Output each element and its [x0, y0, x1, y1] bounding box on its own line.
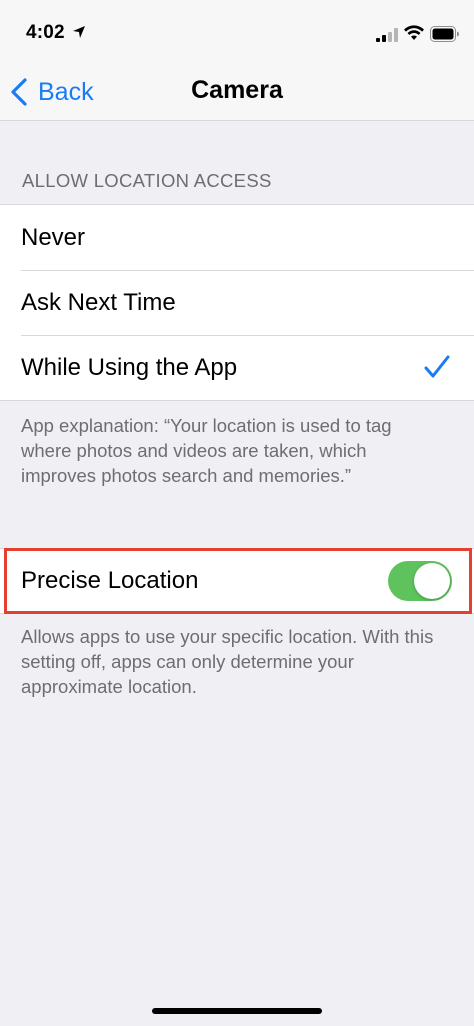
- precise-location-toggle[interactable]: [388, 561, 452, 601]
- wifi-icon: [404, 25, 424, 40]
- option-ask-next-time[interactable]: Ask Next Time: [0, 270, 474, 335]
- status-time: 4:02: [26, 22, 65, 43]
- precise-location-row: Precise Location: [0, 549, 474, 613]
- status-bar: 4:02: [0, 0, 474, 64]
- battery-icon: [430, 26, 459, 42]
- home-indicator: [152, 1008, 322, 1014]
- section-header: ALLOW LOCATION ACCESS: [22, 170, 272, 191]
- cellular-signal-icon: [376, 28, 398, 42]
- app-explanation-text: App explanation: “Your location is used …: [21, 415, 392, 486]
- option-label: Never: [21, 223, 86, 251]
- precise-location-footer-text: Allows apps to use your specific locatio…: [21, 626, 434, 697]
- option-label: While Using the App: [21, 353, 238, 381]
- toggle-knob: [414, 563, 450, 599]
- location-arrow-icon: [73, 26, 85, 38]
- option-while-using-the-app[interactable]: While Using the App: [0, 335, 474, 400]
- precise-location-label: Precise Location: [21, 567, 199, 594]
- navigation-bar: Back Camera: [0, 64, 474, 121]
- option-label: Ask Next Time: [21, 288, 176, 316]
- precise-location-group: Precise Location: [0, 548, 474, 614]
- page-title: Camera: [191, 76, 283, 104]
- checkmark-icon: [424, 355, 450, 378]
- option-never[interactable]: Never: [0, 205, 474, 270]
- location-options-list: Never Ask Next Time While Using the App: [0, 204, 474, 401]
